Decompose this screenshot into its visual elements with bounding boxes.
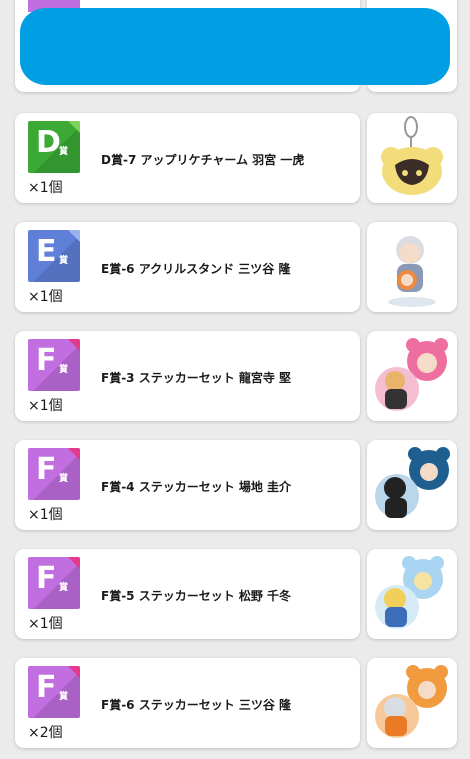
prize-row[interactable]: F 賞 F賞-6 ステッカーセット 三ツ谷 隆 ×2個 xyxy=(0,658,470,748)
prize-card[interactable]: F 賞 F賞-5 ステッカーセット 松野 千冬 ×1個 xyxy=(15,549,360,639)
prize-row[interactable]: D 賞 D賞-7 アップリケチャーム 羽宮 一虎 ×1個 xyxy=(0,113,470,203)
sticker-navy-icon xyxy=(375,447,450,518)
grade-suffix: 賞 xyxy=(59,147,69,157)
grade-suffix: 賞 xyxy=(59,583,69,593)
prize-row[interactable]: F 賞 F賞-4 ステッカーセット 場地 圭介 ×1個 xyxy=(0,440,470,530)
prize-row-partial xyxy=(0,0,470,93)
grade-letter: F xyxy=(36,561,57,596)
prize-quantity: ×1個 xyxy=(28,180,63,196)
acrylic-stand-icon xyxy=(388,236,436,307)
prize-card[interactable]: D 賞 D賞-7 アップリケチャーム 羽宮 一虎 ×1個 xyxy=(15,113,360,203)
grade-letter: F xyxy=(36,452,57,487)
prize-card[interactable]: F 賞 F賞-4 ステッカーセット 場地 圭介 ×1個 xyxy=(15,440,360,530)
prize-thumbnail[interactable] xyxy=(367,440,457,530)
grade-letter: E xyxy=(36,234,57,269)
prize-quantity: ×1個 xyxy=(28,616,63,632)
grade-badge-f: F 賞 xyxy=(28,666,80,718)
sticker-orange-icon xyxy=(375,665,448,738)
charm-keychain-icon xyxy=(381,116,443,195)
prize-thumbnail[interactable] xyxy=(367,222,457,312)
prize-quantity: ×1個 xyxy=(28,398,63,414)
sticker-pink-icon xyxy=(375,338,448,411)
prize-name: E賞-6 アクリルスタンド 三ツ谷 隆 xyxy=(101,262,291,276)
grade-letter: F xyxy=(36,343,57,378)
prize-quantity: ×1個 xyxy=(28,507,63,523)
grade-badge-d: D 賞 xyxy=(28,121,80,173)
prize-card[interactable]: F 賞 F賞-6 ステッカーセット 三ツ谷 隆 ×2個 xyxy=(15,658,360,748)
grade-suffix: 賞 xyxy=(59,256,69,266)
prize-name: D賞-7 アップリケチャーム 羽宮 一虎 xyxy=(101,153,305,167)
prize-name: F賞-6 ステッカーセット 三ツ谷 隆 xyxy=(101,698,292,712)
prize-card[interactable]: E 賞 E賞-6 アクリルスタンド 三ツ谷 隆 ×1個 xyxy=(15,222,360,312)
prize-name: F賞-3 ステッカーセット 龍宮寺 堅 xyxy=(101,371,292,385)
prize-thumbnail[interactable] xyxy=(367,113,457,203)
prize-quantity: ×2個 xyxy=(28,725,63,741)
prize-name: F賞-4 ステッカーセット 場地 圭介 xyxy=(101,480,292,494)
prize-row[interactable]: F 賞 F賞-5 ステッカーセット 松野 千冬 ×1個 xyxy=(0,549,470,639)
grade-badge-f: F 賞 xyxy=(28,557,80,609)
grade-suffix: 賞 xyxy=(59,692,69,702)
prize-quantity: ×1個 xyxy=(28,289,63,305)
grade-badge-f: F 賞 xyxy=(28,448,80,500)
prize-row[interactable]: F 賞 F賞-3 ステッカーセット 龍宮寺 堅 ×1個 xyxy=(0,331,470,421)
grade-suffix: 賞 xyxy=(59,365,69,375)
prize-card[interactable]: F 賞 F賞-3 ステッカーセット 龍宮寺 堅 ×1個 xyxy=(15,331,360,421)
sticker-blue-icon xyxy=(375,556,444,629)
loading-overlay-bar xyxy=(20,8,450,85)
grade-suffix: 賞 xyxy=(59,474,69,484)
grade-letter: D xyxy=(36,125,61,160)
prize-name: F賞-5 ステッカーセット 松野 千冬 xyxy=(101,589,292,603)
prize-thumbnail[interactable] xyxy=(367,658,457,748)
grade-letter: F xyxy=(36,670,57,705)
prize-thumbnail[interactable] xyxy=(367,549,457,639)
prize-thumbnail[interactable] xyxy=(367,331,457,421)
grade-badge-f: F 賞 xyxy=(28,339,80,391)
grade-badge-e: E 賞 xyxy=(28,230,80,282)
prize-row[interactable]: E 賞 E賞-6 アクリルスタンド 三ツ谷 隆 ×1個 xyxy=(0,222,470,312)
